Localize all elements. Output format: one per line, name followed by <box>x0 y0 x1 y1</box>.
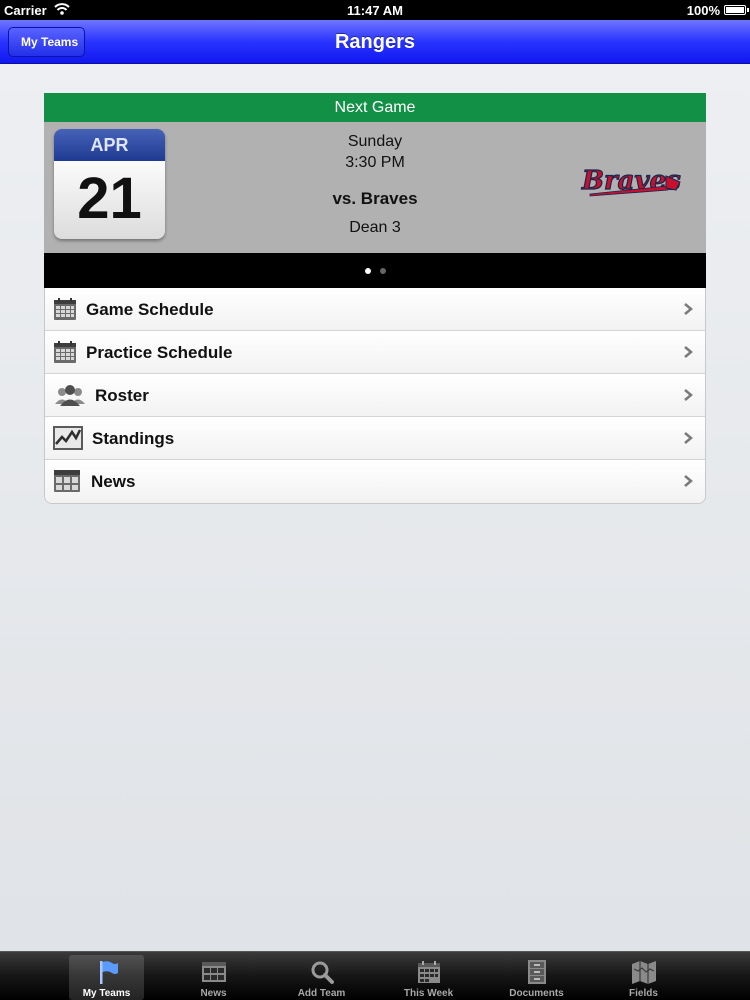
tab-label: My Teams <box>82 988 131 999</box>
battery-percent: 100% <box>686 3 720 18</box>
tab-label: News <box>200 988 227 999</box>
tab-label: This Week <box>403 988 454 999</box>
tab-documents[interactable]: Documents <box>499 955 574 1000</box>
tab-news[interactable]: News <box>176 955 251 1000</box>
map-icon <box>632 961 656 984</box>
chevron-right-icon <box>684 389 693 401</box>
menu-item-label: Standings <box>92 429 175 448</box>
chevron-right-icon <box>684 346 693 358</box>
tab-this-week[interactable]: This Week <box>391 955 466 1000</box>
status-time: 11:47 AM <box>347 3 403 18</box>
next-game-card: Next Game APR 21 Sunday 3:30 PM vs. Brav… <box>44 93 706 504</box>
calendar-icon <box>54 341 76 363</box>
game-field: Dean 3 <box>349 219 401 236</box>
tab-fields[interactable]: Fields <box>606 955 681 1000</box>
chevron-right-icon <box>684 303 693 315</box>
next-game-header: Next Game <box>44 93 706 122</box>
menu-item-label: Game Schedule <box>86 300 214 319</box>
cabinet-icon <box>528 960 546 984</box>
tab-my-teams[interactable]: My Teams <box>69 955 144 1000</box>
tab-label: Documents <box>509 988 564 999</box>
people-icon <box>55 385 85 406</box>
chevron-right-icon <box>684 432 693 444</box>
page-indicator[interactable] <box>44 253 706 288</box>
game-weekday: Sunday <box>347 133 403 150</box>
chart-icon <box>53 426 83 450</box>
newspaper-icon <box>202 962 226 982</box>
menu-item-standings[interactable]: Standings <box>45 417 705 460</box>
page-dot-active <box>365 268 371 274</box>
tab-label: Fields <box>629 988 658 999</box>
next-game-panel[interactable]: APR 21 Sunday 3:30 PM vs. Braves Dean 3 … <box>44 122 706 253</box>
page-title: Rangers <box>334 31 416 53</box>
braves-logo: Braves <box>580 165 681 196</box>
menu-item-label: Roster <box>95 386 149 405</box>
search-icon <box>311 961 334 984</box>
battery-icon <box>724 5 749 15</box>
menu-item-practice-schedule[interactable]: Practice Schedule <box>45 331 705 374</box>
navigation-bar: Rangers My Teams <box>0 20 750 64</box>
team-menu-list: Game Schedule Practice Schedule Roster S… <box>44 288 706 504</box>
status-bar: Carrier 11:47 AM 100% <box>0 0 750 20</box>
menu-item-news[interactable]: News <box>45 460 705 503</box>
calendar-icon <box>54 298 76 320</box>
menu-item-roster[interactable]: Roster <box>45 374 705 417</box>
tab-label: Add Team <box>297 988 346 999</box>
tab-bar: My Teams News Add Team This Week Documen… <box>0 951 750 1000</box>
page-dot <box>380 268 386 274</box>
newspaper-icon <box>54 470 80 492</box>
menu-item-label: News <box>91 472 136 491</box>
menu-item-label: Practice Schedule <box>86 343 233 362</box>
menu-item-game-schedule[interactable]: Game Schedule <box>45 288 705 331</box>
calendar-icon <box>418 961 440 983</box>
flag-icon <box>100 961 118 984</box>
chevron-right-icon <box>684 475 693 487</box>
tab-add-team[interactable]: Add Team <box>284 955 359 1000</box>
back-button[interactable]: My Teams <box>8 27 85 57</box>
